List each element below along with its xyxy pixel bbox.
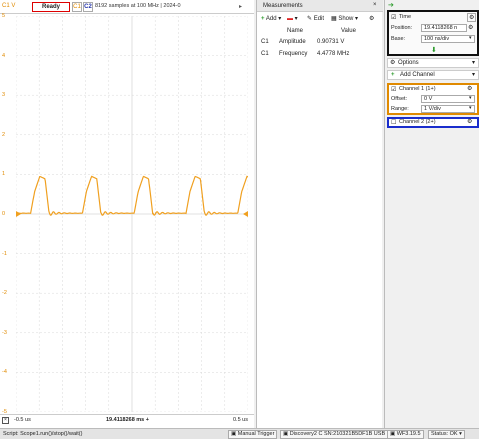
column-header-value: Value [341, 28, 356, 34]
time-settings-icon[interactable]: ⚙ [467, 13, 477, 22]
measurements-toolbar: + Add ▾ ▬ ▾ ✎ Edit ▦ Show ▾ ⚙ [257, 13, 383, 25]
offset-label: Offset: [391, 96, 408, 102]
acquisition-info: 8192 samples at 100 MHz | 2024-0 [95, 3, 181, 9]
close-icon[interactable]: × [2, 417, 9, 424]
channel2-settings: ☐ Channel 2 (2+) ⚙ [387, 117, 479, 128]
channel2-settings-icon[interactable]: ⚙ [467, 118, 472, 125]
acquisition-status: Ready [32, 2, 70, 12]
chevron-down-icon[interactable]: ▾ [469, 105, 472, 111]
options-button[interactable]: ⚙ Options ▾ [387, 58, 479, 68]
channel-axis-tag: C1 V [2, 3, 16, 9]
row-name: Amplitude [279, 39, 306, 45]
status-button[interactable]: Status: OK ▾ [428, 430, 465, 439]
time-axis-bar: × -0.5 us 19.4118268 ms + 0.5 us [0, 414, 254, 426]
channel1-settings-icon[interactable]: ⚙ [467, 85, 472, 92]
y-tick-label: 3 [2, 92, 6, 99]
channel1-label: Channel 1 (1+) [399, 86, 436, 92]
chevron-down-icon: ▾ [471, 60, 475, 66]
x-axis-right-label: 0.5 us [233, 417, 248, 423]
script-status: Script: Scope1.run()/stop()/wait() [3, 431, 83, 437]
row-channel: C1 [261, 39, 269, 45]
position-settings-icon[interactable]: ⚙ [468, 24, 473, 31]
y-tick-label: 5 [2, 13, 6, 19]
forward-arrow-icon[interactable]: ➔ [388, 1, 394, 9]
column-header-name: Name [287, 28, 304, 34]
measurements-panel: Measurements × + Add ▾ ▬ ▾ ✎ Edit ▦ Show… [256, 0, 383, 428]
plus-icon: + [261, 16, 265, 22]
app-window: C1 V Ready C1 C2 8192 samples at 100 MHz… [0, 0, 479, 439]
device-button[interactable]: ▣ Discovery2 C SN:210321B5DF1B USB [280, 430, 389, 439]
channel2-toggle-button[interactable]: C2 [83, 2, 93, 12]
channel1-checkbox-icon[interactable]: ☑ [391, 86, 396, 93]
y-tick-label: 2 [2, 131, 6, 138]
range-label: Range: [391, 106, 409, 112]
scroll-right-icon[interactable]: ▸ [239, 3, 242, 10]
y-tick-label: -3 [2, 329, 7, 336]
y-axis-ticks: 5 4 3 2 1 0 -1 -2 -3 -4 -5 [2, 13, 14, 415]
status-bar: Script: Scope1.run()/stop()/wait() ▣ Man… [0, 428, 479, 439]
chevron-down-icon: ▾ [471, 72, 475, 78]
time-label: Time [399, 14, 412, 20]
channel2-label: Channel 2 (2+) [399, 119, 436, 125]
scope-view: C1 V Ready C1 C2 8192 samples at 100 MHz… [0, 0, 254, 428]
device-icon: ▣ [283, 431, 289, 437]
chevron-down-icon[interactable]: ▾ [469, 95, 472, 101]
version-button[interactable]: ▣ WF3.19.5 [387, 430, 424, 439]
x-axis-left-label: -0.5 us [14, 417, 31, 423]
time-settings: ☑ Time ⚙ Position: 19.4118268 n ⚙ Base: … [387, 10, 479, 56]
measurements-table: Name Value C1 Amplitude 0.90731 V C1 Fre… [261, 28, 381, 68]
y-tick-label: -4 [2, 369, 7, 376]
edit-icon: ✎ [307, 16, 313, 22]
table-row[interactable]: C1 Frequency 4.4778 MHz [261, 51, 381, 59]
range-select[interactable]: 1 V/div [421, 105, 475, 113]
table-row[interactable]: C1 Amplitude 0.90731 V [261, 39, 381, 47]
scope-toolbar: C1 V Ready C1 C2 8192 samples at 100 MHz… [0, 0, 254, 14]
row-value: 4.4778 MHz [317, 51, 350, 57]
position-label: Position: [391, 25, 413, 31]
trigger-icon: ▣ [231, 431, 237, 437]
plus-icon: + [391, 72, 395, 78]
base-select[interactable]: 100 ns/div [421, 35, 475, 43]
measurements-title: Measurements [257, 0, 383, 12]
settings-icon[interactable]: ⚙ [369, 15, 374, 22]
gear-icon: ⚙ [390, 60, 396, 66]
chevron-down-icon[interactable]: ▾ [469, 35, 472, 41]
channel2-checkbox-icon[interactable]: ☐ [391, 119, 396, 126]
y-tick-label: -2 [2, 290, 7, 297]
add-channel-label: Add Channel [400, 72, 435, 78]
y-tick-label: -1 [2, 250, 7, 257]
table-icon: ▦ [331, 16, 337, 22]
remove-measurement-button[interactable]: ▬ ▾ [287, 15, 298, 22]
options-label: Options [398, 60, 419, 66]
channel1-settings: ☑ Channel 1 (1+) ⚙ Offset: 0 V ▾ Range: … [387, 83, 479, 115]
close-icon[interactable]: × [373, 2, 377, 8]
time-checkbox-icon[interactable]: ☑ [391, 14, 396, 21]
x-axis-center-label: 19.4118268 ms + [106, 417, 149, 423]
row-channel: C1 [261, 51, 269, 57]
show-measurement-button[interactable]: ▦ Show ▾ [331, 15, 358, 22]
remove-icon: ▬ [287, 16, 293, 22]
row-name: Frequency [279, 51, 308, 57]
y-tick-label: 4 [2, 52, 6, 59]
manual-trigger-button[interactable]: ▣ Manual Trigger [228, 430, 278, 439]
expand-arrow-icon[interactable]: ⬇ [431, 46, 437, 54]
offset-select[interactable]: 0 V [421, 95, 475, 103]
base-label: Base: [391, 36, 406, 42]
row-value: 0.90731 V [317, 39, 345, 45]
scope-plot[interactable] [16, 16, 248, 412]
y-tick-label: 0 [2, 211, 6, 217]
channel1-toggle-button[interactable]: C1 [72, 2, 82, 12]
settings-panel: ➔ ☑ Time ⚙ Position: 19.4118268 n ⚙ Base… [384, 0, 479, 428]
add-channel-button[interactable]: + Add Channel ▾ [387, 70, 479, 80]
add-measurement-button[interactable]: + Add ▾ [261, 15, 281, 22]
edit-measurement-button[interactable]: ✎ Edit [307, 15, 324, 22]
y-tick-label: 1 [2, 171, 6, 178]
position-input[interactable]: 19.4118268 n [421, 24, 467, 32]
zero-level-marker[interactable] [243, 211, 248, 217]
zero-level-marker[interactable] [16, 211, 21, 217]
waveforms-icon: ▣ [390, 431, 396, 437]
